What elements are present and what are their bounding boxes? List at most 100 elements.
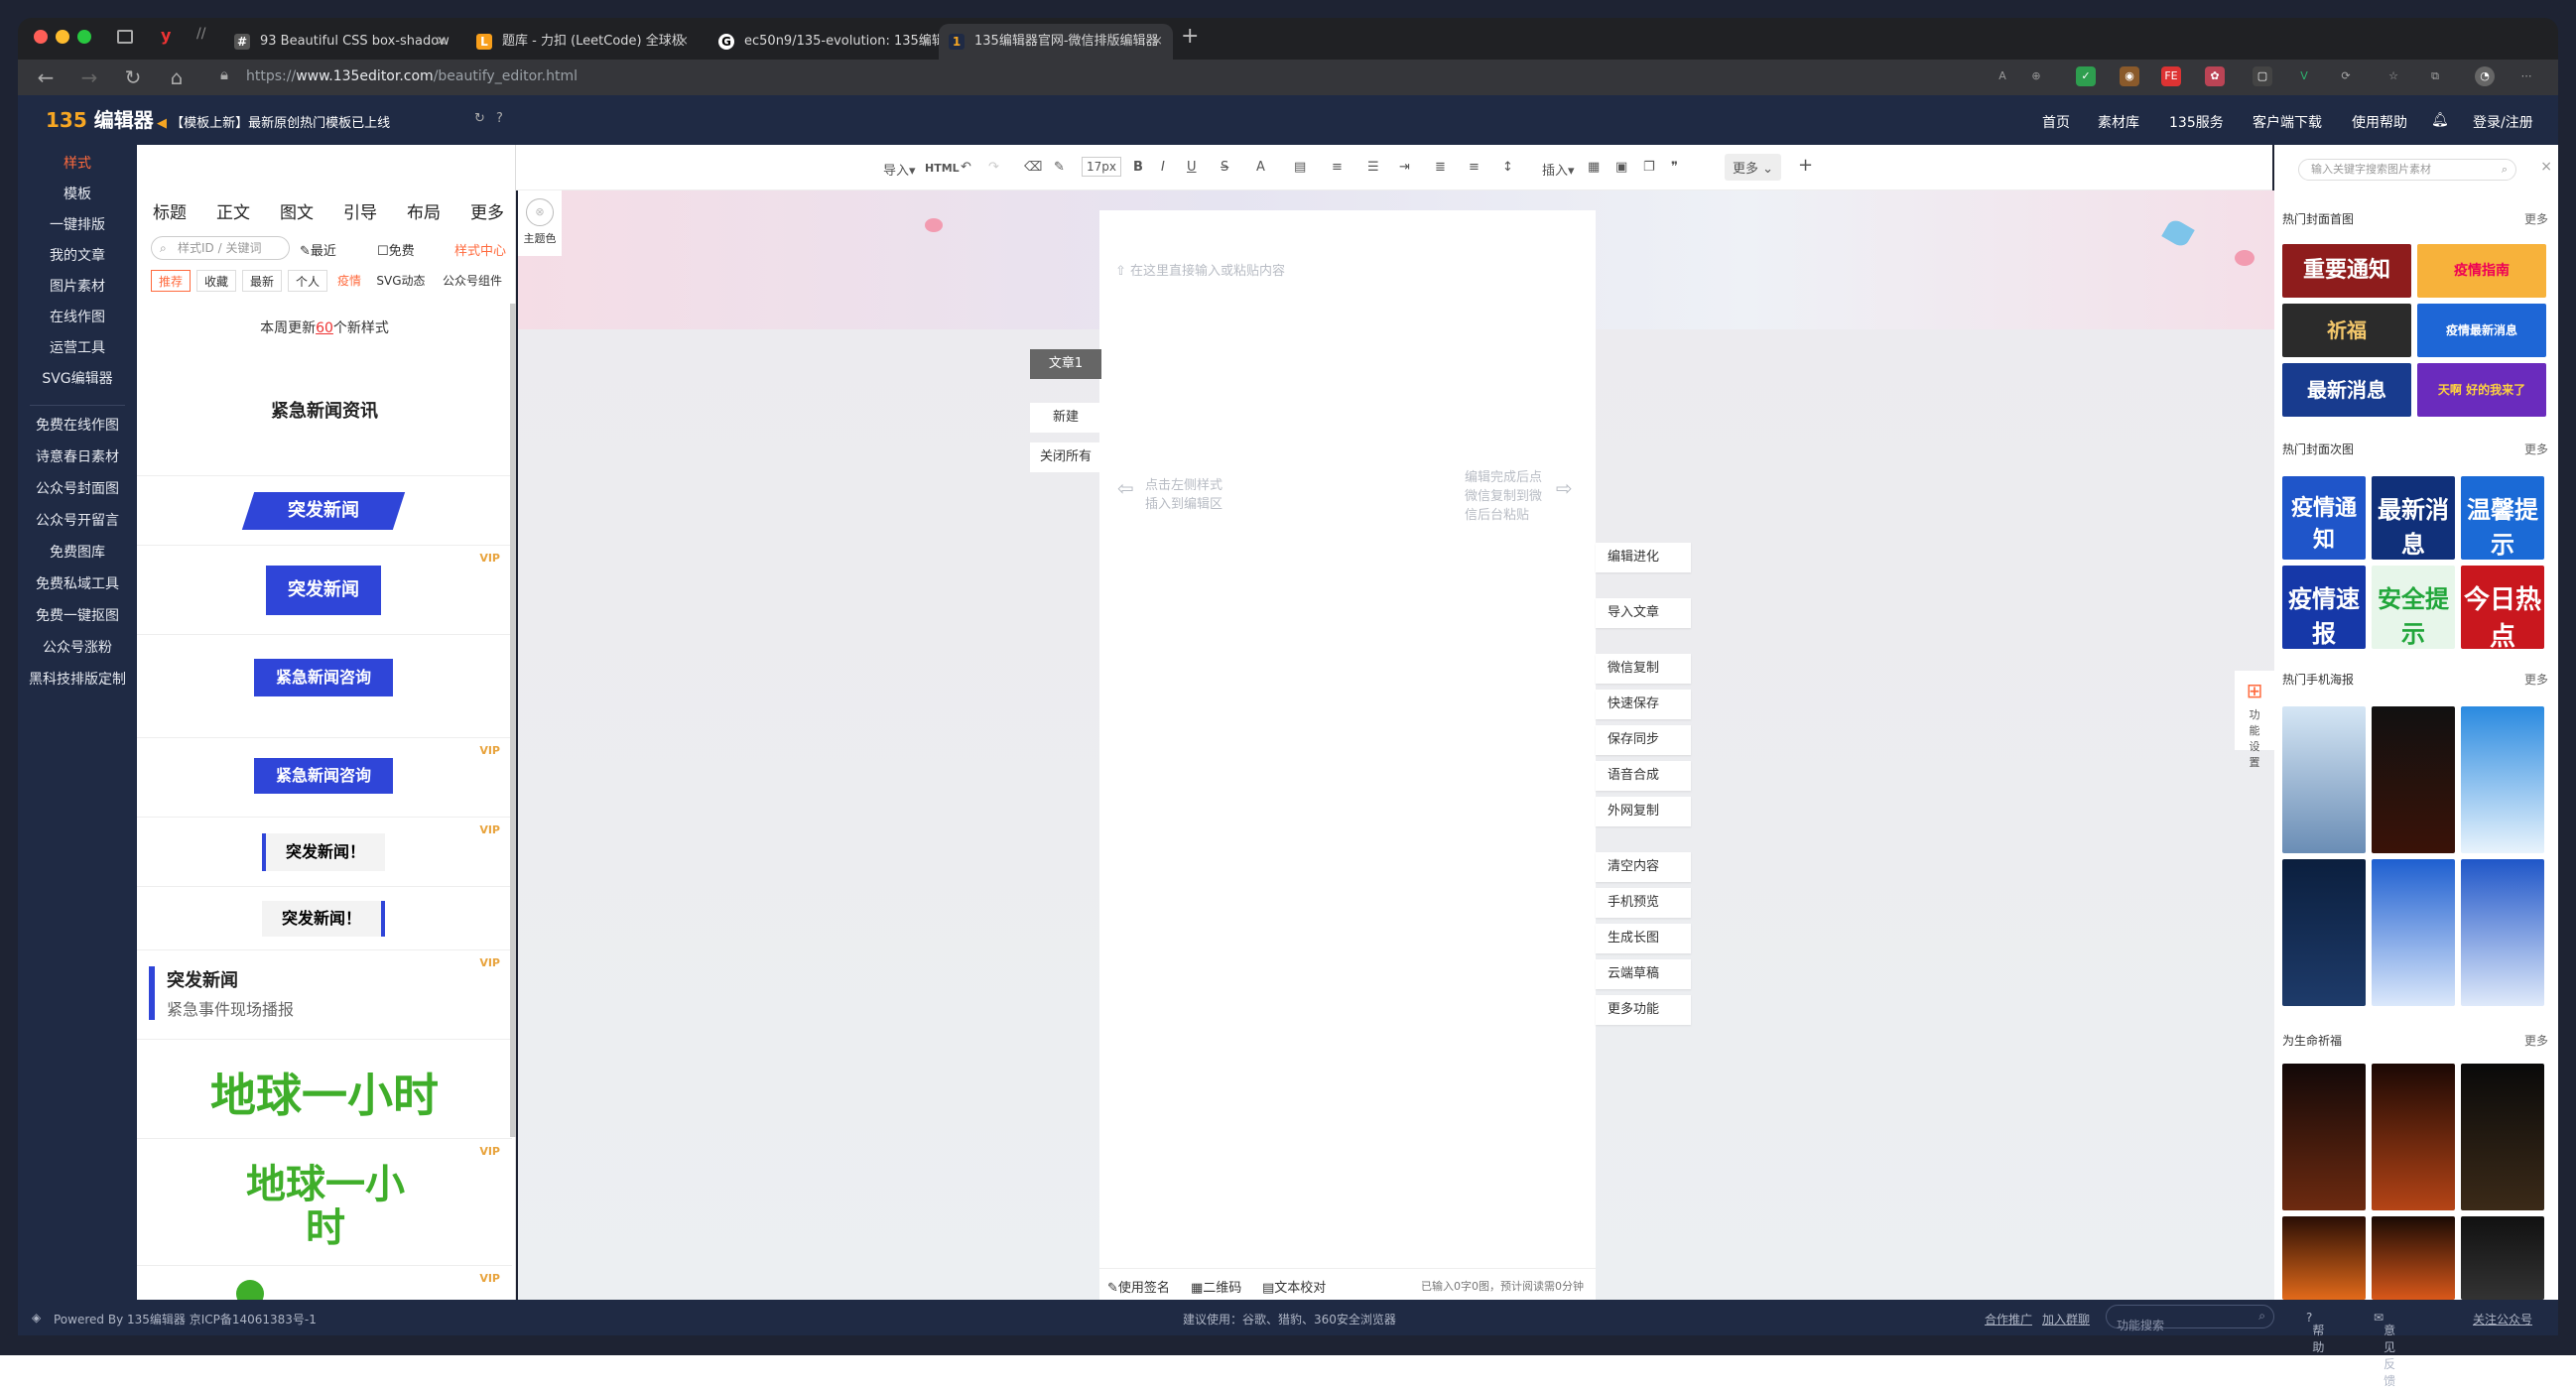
sidebar-toggle-icon[interactable]	[117, 30, 133, 44]
follow-link[interactable]: 关注公众号	[2473, 1311, 2532, 1327]
style-item[interactable]: 紧急新闻资讯	[137, 353, 512, 476]
profile-avatar[interactable]: ◔	[2475, 66, 2495, 86]
cover-thumbnail[interactable]: 温馨提示	[2461, 476, 2544, 560]
style-item[interactable]: 地球一小时	[137, 1040, 512, 1139]
action-quick-save[interactable]: 快速保存	[1596, 690, 1691, 719]
tab-github[interactable]: Gec50n9/135-evolution: 135编辑 ×	[708, 24, 941, 60]
minimize-window-button[interactable]	[56, 30, 69, 44]
feedback-link[interactable]: ✉ 意见反馈	[2374, 1311, 2395, 1388]
tab-body[interactable]: 正文	[216, 198, 250, 223]
style-list-scrollbar[interactable]	[510, 304, 516, 1137]
poster-thumbnail[interactable]	[2282, 1216, 2366, 1300]
eraser-icon[interactable]: ⌫	[1024, 160, 1042, 175]
material-search-input[interactable]: 输入关键字搜索图片素材 ⌕	[2298, 159, 2516, 181]
poster-thumbnail[interactable]	[2282, 706, 2366, 853]
browser-menu-icon[interactable]: ⋯	[2516, 66, 2536, 86]
style-item[interactable]: 紧急新闻咨询	[137, 635, 512, 738]
underline-icon[interactable]: U	[1187, 160, 1197, 175]
italic-icon[interactable]: I	[1161, 160, 1165, 175]
action-wechat-copy[interactable]: 微信复制	[1596, 654, 1691, 684]
theme-color-button[interactable]: ⊗ 主题色	[518, 190, 562, 256]
sidebar-item-styles[interactable]: 样式	[18, 153, 137, 173]
action-save-sync[interactable]: 保存同步	[1596, 725, 1691, 755]
app-available-icon[interactable]: ⊕	[2026, 66, 2046, 86]
help-icon[interactable]: ?	[496, 111, 503, 126]
footer-link-join[interactable]: 加入群聊	[2042, 1311, 2090, 1327]
poster-thumbnail[interactable]	[2461, 859, 2544, 1006]
new-tab-button[interactable]: +	[1181, 24, 1199, 49]
poster-thumbnail[interactable]	[2461, 1064, 2544, 1210]
nav-download[interactable]: 客户端下载	[2253, 112, 2322, 132]
close-tab-icon[interactable]: ×	[920, 24, 931, 60]
list-icon[interactable]: ☰	[1367, 160, 1379, 175]
style-item[interactable]: VIP 突发新闻	[137, 546, 512, 635]
sidebar-item-link[interactable]: 免费私域工具	[18, 573, 137, 593]
close-tab-icon[interactable]: ×	[1152, 24, 1163, 60]
style-center-link[interactable]: 样式中心	[454, 240, 506, 259]
signature-button[interactable]: ✎使用签名	[1107, 1277, 1170, 1296]
yandex-tab-icon[interactable]: y	[161, 26, 171, 45]
action-cloud-draft[interactable]: 云端草稿	[1596, 959, 1691, 989]
editor-area[interactable]: ⇧ 在这里直接输入或粘贴内容 ⇦ 点击左侧样式 插入到编辑区 编辑完成后点 微信复制…	[1099, 210, 1596, 1288]
sidebar-item-link[interactable]: 诗意春日素材	[18, 446, 137, 466]
cover-thumbnail[interactable]: 疫情速报	[2282, 566, 2366, 649]
action-evolution[interactable]: 编辑进化	[1596, 543, 1691, 572]
collections-icon[interactable]: ⧉	[2425, 66, 2445, 86]
cover-thumbnail[interactable]: 天啊 好的我来了	[2417, 363, 2546, 417]
cover-thumbnail[interactable]: 安全提示	[2372, 566, 2455, 649]
poster-thumbnail[interactable]	[2282, 1064, 2366, 1210]
extension-icon[interactable]: ⟳	[2336, 66, 2356, 86]
style-item[interactable]: VIP 紧急新闻咨询	[137, 738, 512, 818]
style-item[interactable]: VIP 突发新闻 紧急事件现场播报	[137, 950, 512, 1040]
bell-icon[interactable]: 🔔︎	[2431, 112, 2449, 128]
back-icon[interactable]: ←	[34, 65, 58, 89]
fe-extension-icon[interactable]: FE	[2161, 66, 2181, 86]
chip-personal[interactable]: 个人	[288, 270, 327, 292]
add-icon[interactable]: +	[1798, 155, 1813, 176]
action-import[interactable]: 导入文章	[1596, 598, 1691, 628]
multi-image-icon[interactable]: ❐	[1643, 160, 1655, 175]
poster-thumbnail[interactable]	[2372, 1064, 2455, 1210]
qrcode-button[interactable]: ▦二维码	[1191, 1277, 1241, 1296]
style-item[interactable]: 突发新闻！	[137, 887, 512, 950]
home-icon[interactable]: ⌂	[165, 65, 189, 89]
tab-title[interactable]: 标题	[153, 198, 187, 223]
new-doc-button[interactable]: 新建	[1030, 403, 1101, 433]
paragraph-spacing-icon[interactable]: ≡	[1469, 160, 1480, 175]
favorites-icon[interactable]: ☆	[2383, 66, 2403, 86]
style-item[interactable]: 突发新闻	[137, 476, 512, 546]
read-aloud-icon[interactable]: A	[1993, 66, 2012, 86]
more-link[interactable]: 更多	[2524, 1032, 2548, 1049]
chip-epidemic[interactable]: 疫情	[333, 270, 365, 292]
line-height-icon[interactable]: ↕	[1502, 160, 1513, 175]
chip-components[interactable]: 公众号组件	[437, 270, 508, 292]
chip-favorites[interactable]: 收藏	[196, 270, 236, 292]
font-size-select[interactable]: 17px	[1082, 157, 1121, 177]
background-color-icon[interactable]: ▤	[1294, 160, 1306, 175]
cover-thumbnail[interactable]: 最新消息	[2282, 363, 2411, 417]
close-tab-icon[interactable]: ×	[678, 24, 689, 60]
action-tts[interactable]: 语音合成	[1596, 761, 1691, 791]
poster-thumbnail[interactable]	[2372, 706, 2455, 853]
spacing-icon[interactable]: ≣	[1435, 160, 1446, 175]
lock-icon[interactable]: 🔒︎	[212, 65, 236, 83]
function-settings-button[interactable]: ⊞ 功能设置	[2235, 671, 2274, 769]
action-mobile-preview[interactable]: 手机预览	[1596, 888, 1691, 918]
more-link[interactable]: 更多	[2524, 441, 2548, 457]
strikethrough-icon[interactable]: S	[1221, 160, 1228, 175]
style-item[interactable]: VIP 地球一小时	[137, 1139, 512, 1266]
cover-thumbnail[interactable]: 今日热点	[2461, 566, 2544, 649]
cover-thumbnail[interactable]: 重要通知	[2282, 244, 2411, 298]
tab-layout[interactable]: 布局	[407, 198, 441, 223]
footer-search-input[interactable]: 功能搜索 ⌕	[2106, 1305, 2274, 1332]
adblock-extension-icon[interactable]: ✓	[2076, 66, 2096, 86]
tab-image-text[interactable]: 图文	[280, 198, 314, 223]
chip-svg[interactable]: SVG动态	[371, 270, 431, 292]
table-icon[interactable]: ▦	[1588, 160, 1600, 175]
cover-thumbnail[interactable]: 最新消息	[2372, 476, 2455, 560]
tab-leetcode[interactable]: L 题库 - 力扣 (LeetCode) 全球极 ×	[466, 24, 699, 60]
sidebar-item-link[interactable]: 公众号开留言	[18, 510, 137, 530]
sidebar-item-online-drawing[interactable]: 在线作图	[18, 307, 137, 326]
extension-icon[interactable]: ◉	[2120, 66, 2139, 86]
recent-button[interactable]: ✎最近	[300, 240, 336, 259]
